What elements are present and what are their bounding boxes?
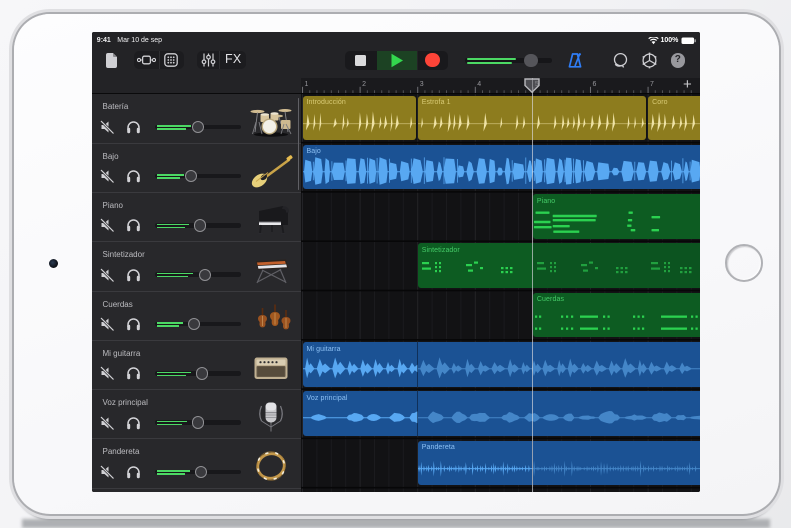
- svg-text:6: 6: [592, 81, 596, 88]
- svg-text:4: 4: [477, 81, 481, 88]
- svg-text:7: 7: [650, 81, 654, 88]
- svg-text:1: 1: [305, 81, 309, 88]
- svg-text:3: 3: [420, 81, 424, 88]
- svg-text:2: 2: [362, 81, 366, 88]
